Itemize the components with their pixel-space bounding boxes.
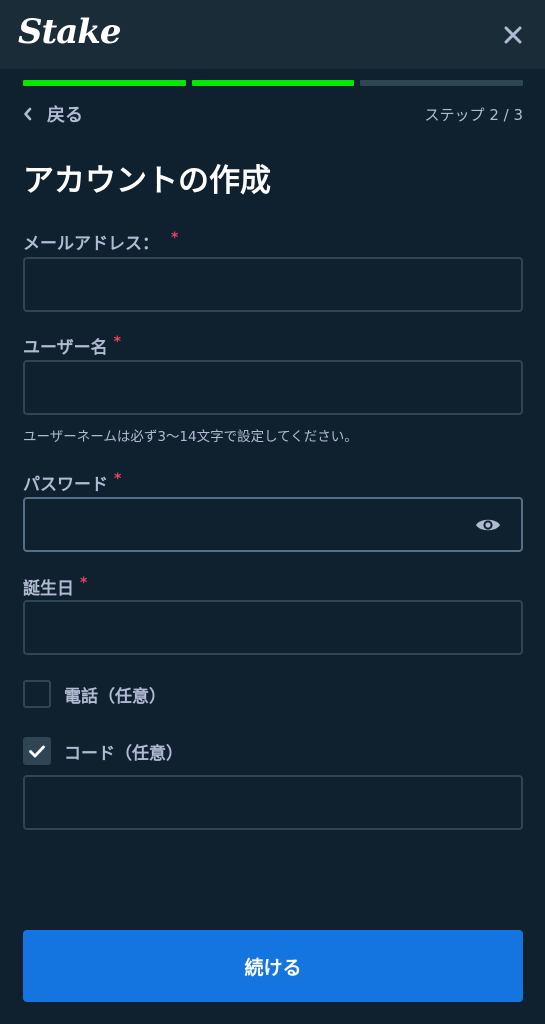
phone-checkbox[interactable] — [23, 680, 51, 708]
required-mark: * — [171, 229, 179, 246]
code-field[interactable] — [23, 775, 523, 830]
header: Stake — [0, 0, 545, 69]
step-nav: 戻る ステップ 2 / 3 — [23, 100, 523, 128]
signup-page: Stake 戻る ステップ 2 / 3 アカウントの作成 メールアドレス： * … — [0, 0, 545, 1024]
close-button[interactable] — [499, 21, 527, 49]
eye-icon — [476, 519, 500, 531]
progress-segment-1 — [23, 80, 186, 86]
password-label-text: パスワード — [23, 475, 108, 495]
password-field[interactable] — [23, 497, 523, 552]
continue-button[interactable]: 続ける — [23, 930, 523, 1002]
close-icon — [504, 26, 522, 43]
stake-logo[interactable]: Stake — [18, 12, 121, 58]
username-helper-text: ユーザーネームは必ず3〜14文字で設定してください。 — [23, 429, 358, 445]
code-option[interactable]: コード（任意） — [23, 737, 183, 765]
back-label: 戻る — [47, 105, 83, 126]
required-mark: * — [80, 574, 88, 591]
email-field[interactable] — [23, 257, 523, 312]
step-progress-bar — [23, 80, 524, 86]
page-title: アカウントの作成 — [23, 163, 271, 199]
progress-segment-3 — [360, 80, 524, 86]
username-label: ユーザー名 * — [23, 333, 121, 359]
required-mark: * — [113, 333, 121, 350]
phone-option[interactable]: 電話（任意） — [23, 680, 166, 708]
birthday-label: 誕生日 * — [23, 574, 88, 600]
code-option-label: コード（任意） — [64, 743, 183, 764]
birthday-field[interactable] — [23, 600, 523, 655]
code-checkbox[interactable] — [23, 737, 51, 765]
checkmark-icon — [29, 745, 45, 757]
phone-option-label: 電話（任意） — [64, 686, 166, 707]
back-button[interactable]: 戻る — [23, 101, 83, 127]
username-label-text: ユーザー名 — [23, 338, 108, 358]
birthday-label-text: 誕生日 — [23, 579, 74, 599]
step-indicator: ステップ 2 / 3 — [424, 105, 523, 124]
chevron-left-icon — [24, 107, 32, 121]
email-label-text: メールアドレス： — [23, 234, 159, 254]
toggle-password-visibility-button[interactable] — [472, 512, 504, 538]
username-field[interactable] — [23, 360, 523, 415]
password-label: パスワード * — [23, 470, 122, 496]
progress-segment-2 — [191, 80, 355, 86]
required-mark: * — [114, 470, 122, 487]
email-label: メールアドレス： * — [23, 229, 179, 255]
